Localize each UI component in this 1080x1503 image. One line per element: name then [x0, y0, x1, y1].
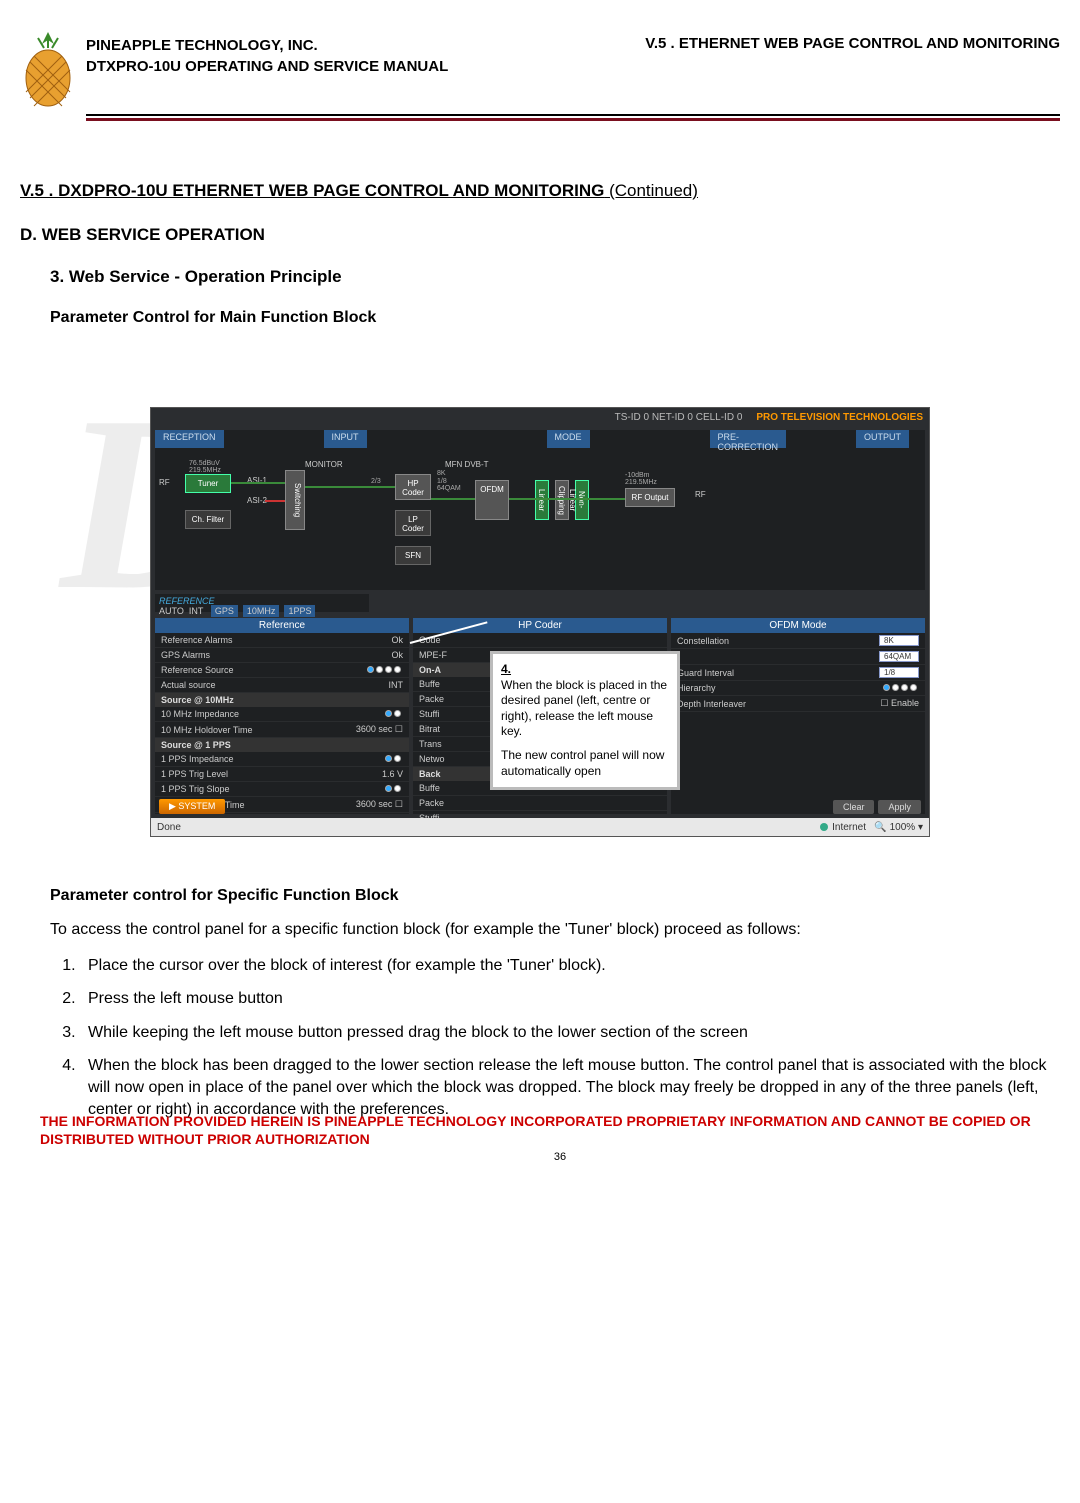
callout-number: 4.	[501, 662, 669, 678]
ref-row[interactable]: 1 PPS Impedance	[155, 752, 409, 767]
ofdm-block[interactable]: OFDM	[475, 480, 509, 520]
hp-params-label: 2/3	[371, 478, 381, 485]
hpcoder-block[interactable]: HP Coder	[395, 474, 431, 500]
hp-row: Code	[413, 633, 667, 648]
brand-label: PRO TELEVISION TECHNOLOGIES	[756, 412, 923, 423]
tuner-signal-label: 76.5dBuV 219.5MHz	[189, 460, 221, 474]
step-item: Press the left mouse button	[80, 988, 1060, 1010]
embedded-screenshot: TS-ID 0 NET-ID 0 CELL-ID 0 PRO TELEVISIO…	[150, 407, 930, 837]
header-company: PINEAPPLE TECHNOLOGY, INC.	[86, 35, 448, 56]
nonlinear-block[interactable]: Non-Linear	[575, 480, 589, 520]
ref-row: GPS AlarmsOk	[155, 648, 409, 663]
callout-text-2: The new control panel will now automatic…	[501, 748, 669, 779]
page-number: 36	[40, 1151, 1080, 1163]
tuner-block[interactable]: Tuner	[185, 474, 231, 493]
col-reception: RECEPTION	[155, 430, 224, 448]
apply-button[interactable]: Apply	[878, 800, 921, 814]
intro-text-2: To access the control panel for a specif…	[50, 919, 1060, 941]
ref-row[interactable]: 1 PPS Trig Slope	[155, 782, 409, 797]
switching-block[interactable]: Switching	[285, 470, 305, 530]
step-item: Place the cursor over the block of inter…	[80, 955, 1060, 977]
callout-box: 4. When the block is placed in the desir…	[490, 651, 680, 790]
pineapple-logo-icon	[20, 30, 76, 110]
ofdm-row[interactable]: Depth Interleaver☐ Enable	[671, 696, 925, 712]
subheading-d: D. WEB SERVICE OPERATION	[20, 225, 1060, 245]
callout-text-1: When the block is placed in the desired …	[501, 678, 669, 740]
header-rule-1	[86, 114, 1060, 116]
ofdm-row[interactable]: Hierarchy	[671, 681, 925, 696]
header-section-ref: V.5 . ETHERNET WEB PAGE CONTROL AND MONI…	[645, 35, 1060, 77]
hp-row: Packe	[413, 796, 667, 811]
panel-reference-title: Reference	[155, 618, 409, 633]
ref-row: Reference AlarmsOk	[155, 633, 409, 648]
panel-ofdm-title: OFDM Mode	[671, 618, 925, 633]
subheading-3: 3. Web Service - Operation Principle	[50, 267, 1060, 287]
monitor-label: MONITOR	[305, 460, 343, 469]
steps-list: Place the cursor over the block of inter…	[80, 955, 1060, 1121]
rf-in-label: RF	[159, 478, 170, 487]
footer-disclaimer: THE INFORMATION PROVIDED HEREIN IS PINEA…	[40, 1112, 1080, 1148]
rf-label: RF	[695, 490, 706, 499]
ofdm-row[interactable]: 64QAM	[671, 649, 925, 665]
panel-ofdm: OFDM Mode Constellation8K 64QAM Guard In…	[671, 618, 925, 814]
panel-reference: Reference Reference AlarmsOk GPS AlarmsO…	[155, 618, 409, 814]
clipping-block[interactable]: Clipping	[555, 480, 569, 520]
col-input: INPUT	[324, 430, 367, 448]
step-item: When the block has been dragged to the l…	[80, 1055, 1060, 1120]
ref-subhead-10mhz: Source @ 10MHz	[155, 693, 409, 707]
rfoutput-block[interactable]: RF Output	[625, 488, 675, 507]
hp-params2-label: 8K 1/8 64QAM	[437, 470, 461, 493]
para-heading-1: Parameter Control for Main Function Bloc…	[50, 309, 1060, 327]
rf-signal-label: -10dBm 219.5MHz	[625, 472, 657, 486]
para-heading-2: Parameter control for Specific Function …	[50, 887, 1060, 905]
col-precorrection: PRE-CORRECTION	[710, 430, 787, 448]
col-mode: MODE	[547, 430, 590, 448]
step-item: While keeping the left mouse button pres…	[80, 1022, 1060, 1044]
ref-subhead-1pps: Source @ 1 PPS	[155, 738, 409, 752]
sfn-block[interactable]: SFN	[395, 546, 431, 565]
ref-row: Actual sourceINT	[155, 678, 409, 693]
mfn-label: MFN DVB-T	[445, 460, 489, 469]
block-diagram: RECEPTION INPUT MODE PRE-CORRECTION OUTP…	[155, 430, 925, 590]
reference-strip: REFERENCE AUTO INT GPS 10MHz 1PPS	[155, 594, 369, 612]
browser-statusbar: Done Internet 🔍 100% ▾	[151, 818, 929, 836]
header-manual: DTXPRO-10U OPERATING AND SERVICE MANUAL	[86, 56, 448, 77]
linear-block[interactable]: Linear	[535, 480, 549, 520]
ofdm-row[interactable]: Guard Interval1/8	[671, 665, 925, 681]
top-status-ids: TS-ID 0 NET-ID 0 CELL-ID 0	[615, 412, 743, 423]
page-header: PINEAPPLE TECHNOLOGY, INC. DTXPRO-10U OP…	[20, 30, 1060, 110]
clear-button[interactable]: Clear	[833, 800, 875, 814]
ofdm-row[interactable]: Constellation8K	[671, 633, 925, 649]
chfilter-block[interactable]: Ch. Filter	[185, 510, 231, 529]
ref-row[interactable]: 10 MHz Holdover Time3600 sec ☐	[155, 722, 409, 738]
section-title: V.5 . DXDPRO-10U ETHERNET WEB PAGE CONTR…	[20, 181, 1060, 201]
system-button[interactable]: ▶ SYSTEM	[159, 799, 225, 814]
ref-row[interactable]: Reference Source	[155, 663, 409, 678]
lpcoder-block[interactable]: LP Coder	[395, 510, 431, 536]
col-output: OUTPUT	[856, 430, 909, 448]
ref-row[interactable]: 1 PPS Trig Level1.6 V	[155, 767, 409, 782]
ref-row[interactable]: 10 MHz Impedance	[155, 707, 409, 722]
asi2-label: ASI-2	[247, 496, 267, 505]
